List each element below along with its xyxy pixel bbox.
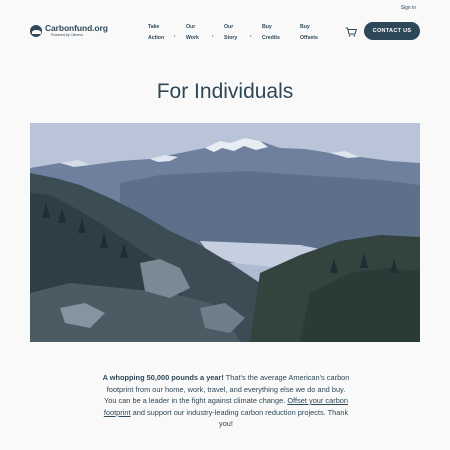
- sign-in-link[interactable]: Sign in: [401, 5, 416, 11]
- nav-label: Offsets: [300, 35, 318, 41]
- site-header: Carbonfund.org Powered by Climevo Take A…: [0, 19, 450, 45]
- nav-buy-credits[interactable]: Buy Credits: [262, 21, 300, 43]
- intro-highlight: A whopping 50,000 pounds a year!: [102, 373, 224, 382]
- logo-text: Carbonfund.org Powered by Climevo: [45, 24, 108, 37]
- logo-name: Carbonfund.org: [45, 23, 108, 33]
- cart-icon[interactable]: [345, 27, 357, 37]
- nav-take-action[interactable]: Take Action •: [148, 21, 186, 43]
- page-title: For Individuals: [156, 80, 294, 103]
- chevron-down-icon: •: [212, 33, 214, 38]
- nav-label: Credits: [262, 35, 280, 41]
- intro-paragraph: A whopping 50,000 pounds a year! That's …: [100, 372, 352, 430]
- nav-label: Story: [224, 35, 238, 41]
- carbonfund-logo[interactable]: Carbonfund.org Powered by Climevo: [30, 24, 108, 37]
- nav-label: Our: [186, 24, 196, 30]
- nav-our-work[interactable]: Our Work •: [186, 21, 224, 43]
- nav-label: Our: [224, 24, 234, 30]
- nav-label: Work: [186, 35, 199, 41]
- nav-label: Action: [148, 35, 165, 41]
- nav-label: Buy: [262, 24, 272, 30]
- main-nav: Take Action • Our Work • Our Story • Buy…: [148, 21, 338, 43]
- nav-our-story[interactable]: Our Story •: [224, 21, 262, 43]
- nav-label: Buy: [300, 24, 310, 30]
- mountain-landscape-photo: [30, 123, 420, 342]
- contact-us-button[interactable]: CONTACT US: [364, 22, 420, 40]
- hero-image: [30, 123, 420, 342]
- chevron-down-icon: •: [174, 33, 176, 38]
- intro-text-end: and support our industry-leading carbon …: [130, 407, 349, 429]
- logo-tagline: Powered by Climevo: [51, 32, 84, 37]
- nav-buy-offsets[interactable]: Buy Offsets: [300, 21, 338, 43]
- logo-icon: [30, 24, 42, 37]
- nav-label: Take: [148, 24, 160, 30]
- chevron-down-icon: •: [250, 33, 252, 38]
